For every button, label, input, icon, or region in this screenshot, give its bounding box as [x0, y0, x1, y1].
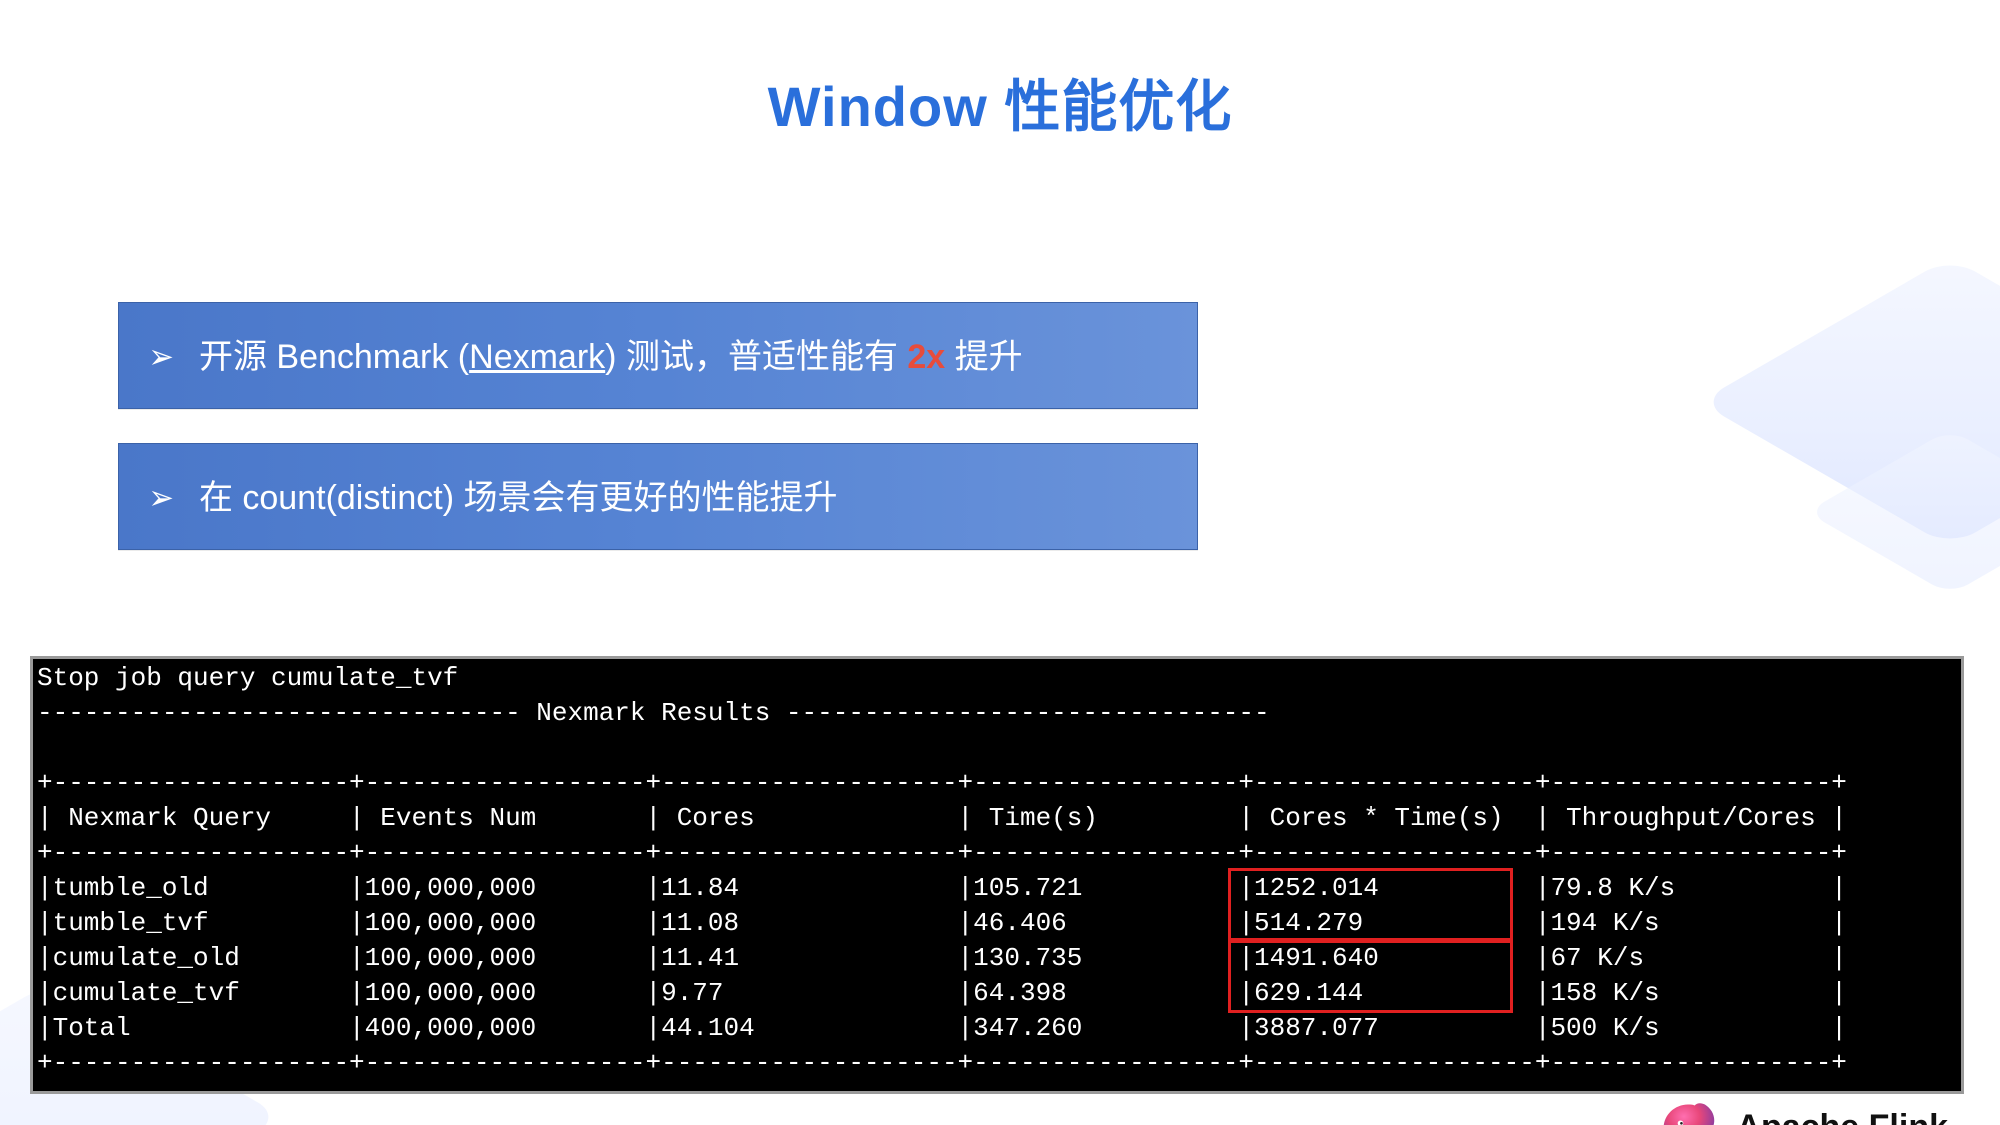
terminal-border-mid: +-------------------+------------------+…	[37, 836, 1957, 871]
bg-cloud-icon	[1699, 257, 2000, 547]
terminal-line-title: ------------------------------- Nexmark …	[37, 696, 1957, 731]
slide-title: Window 性能优化	[0, 62, 2000, 143]
terminal-line-stop: Stop job query cumulate_tvf	[37, 661, 1957, 696]
bullet-1-text-mid: ) 测试，普适性能有	[605, 338, 907, 376]
bullet-arrow-icon: ➢	[148, 478, 174, 518]
flink-squirrel-icon	[1658, 1097, 1718, 1125]
bullet-1-link: Nexmark	[469, 338, 605, 376]
table-row: |tumble_tvf |100,000,000 |11.08 |46.406 …	[37, 906, 1957, 941]
bullet-2: ➢ 在 count(distinct) 场景会有更好的性能提升	[118, 443, 1198, 550]
bullet-2-text: 在 count(distinct) 场景会有更好的性能提升	[199, 479, 838, 517]
bullet-1: ➢ 开源 Benchmark (Nexmark) 测试，普适性能有 2x 提升	[118, 302, 1198, 409]
bg-cloud-icon	[1807, 429, 2000, 595]
footer-brand-text: Apache Flink	[1736, 1108, 1948, 1125]
bullet-1-text-pre: 开源 Benchmark (	[199, 338, 469, 376]
bullet-1-text-post: 提升	[945, 338, 1022, 376]
terminal-border-top: +-------------------+------------------+…	[37, 766, 1957, 801]
terminal-header: | Nexmark Query | Events Num | Cores | T…	[37, 801, 1957, 836]
bullet-arrow-icon: ➢	[148, 337, 174, 377]
terminal-border-bot: +-------------------+------------------+…	[37, 1046, 1957, 1081]
bullet-1-accent: 2x	[907, 338, 945, 376]
table-row: |cumulate_old |100,000,000 |11.41 |130.7…	[37, 941, 1957, 976]
bullet-list: ➢ 开源 Benchmark (Nexmark) 测试，普适性能有 2x 提升 …	[118, 302, 1198, 584]
table-row: |cumulate_tvf |100,000,000 |9.77 |64.398…	[37, 976, 1957, 1011]
terminal-blank	[37, 731, 1957, 766]
table-row: |tumble_old |100,000,000 |11.84 |105.721…	[37, 871, 1957, 906]
table-row: |Total |400,000,000 |44.104 |347.260 |38…	[37, 1011, 1957, 1046]
terminal-output: Stop job query cumulate_tvf ------------…	[30, 656, 1964, 1094]
footer-logo: Apache Flink	[1658, 1097, 1948, 1125]
